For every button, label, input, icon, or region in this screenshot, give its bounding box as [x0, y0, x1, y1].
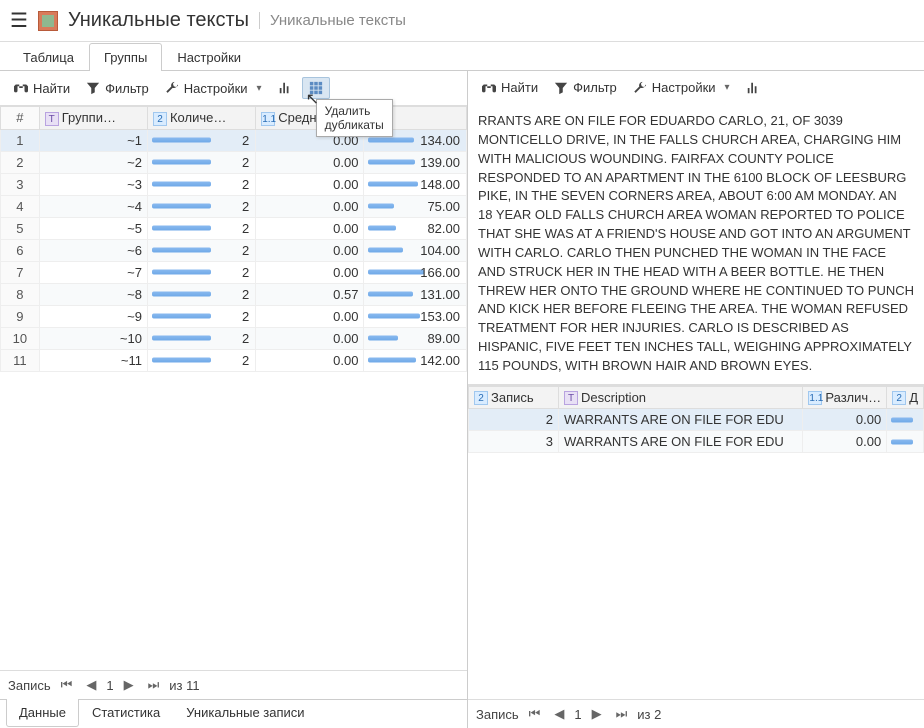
table-row[interactable]: 3WARRANTS ARE ON FILE FOR EDU0.00	[469, 431, 924, 453]
tab-settings[interactable]: Настройки	[162, 43, 256, 71]
table-row[interactable]: 11~1120.00142.00	[1, 349, 467, 371]
table-row[interactable]: 5~520.0082.00	[1, 217, 467, 239]
table-row[interactable]: 6~620.00104.00	[1, 239, 467, 261]
find-button[interactable]: Найти	[476, 77, 544, 98]
float-type-icon: 1.1	[808, 391, 822, 405]
col-last[interactable]: 2Д	[887, 386, 924, 409]
bar-chart-icon	[278, 81, 292, 95]
menu-icon[interactable]: ☰	[10, 8, 28, 33]
prev-page[interactable]: ◀	[82, 677, 100, 693]
table-row[interactable]: 3~320.00148.00	[1, 173, 467, 195]
grid-icon	[309, 81, 323, 95]
btab-stats[interactable]: Статистика	[79, 699, 173, 727]
wrench-icon	[165, 81, 179, 95]
settings-dropdown[interactable]: Настройки	[159, 78, 268, 99]
funnel-icon	[86, 81, 100, 95]
binoculars-icon	[14, 81, 28, 95]
left-pane: Найти Фильтр Настройки ↖ Удалить дублика…	[0, 71, 468, 728]
app-icon	[38, 11, 58, 31]
tooltip: Удалить дубликаты	[316, 99, 393, 137]
right-grid[interactable]: 2Запись TDescription 1.1Различ… 2Д 2WARR…	[468, 385, 924, 699]
text-type-icon: T	[564, 391, 578, 405]
funnel-icon	[554, 81, 568, 95]
table-row[interactable]: 1~120.00134.00	[1, 129, 467, 151]
right-pager: Запись ⏮ ◀ 1 ▶ ⏭ из 2	[468, 699, 924, 728]
left-toolbar: Найти Фильтр Настройки ↖ Удалить дублика…	[0, 71, 467, 105]
int-type-icon: 2	[892, 391, 906, 405]
left-grid[interactable]: # TГруппи… 2Количе… 1.1Средне… 1~120.001…	[0, 105, 467, 670]
next-page[interactable]: ▶	[588, 706, 606, 722]
table-row[interactable]: 4~420.0075.00	[1, 195, 467, 217]
table-row[interactable]: 10~1020.0089.00	[1, 327, 467, 349]
main-tabs: Таблица Группы Настройки	[0, 42, 924, 71]
int-type-icon: 2	[153, 112, 167, 126]
filter-button[interactable]: Фильтр	[548, 77, 623, 98]
page-subtitle: Уникальные тексты	[259, 12, 406, 29]
first-page[interactable]: ⏮	[525, 706, 545, 722]
right-toolbar: Найти Фильтр Настройки	[468, 71, 924, 104]
table-row[interactable]: 8~820.57131.00	[1, 283, 467, 305]
chart-button[interactable]	[740, 78, 766, 98]
bottom-tabs: Данные Статистика Уникальные записи	[0, 699, 467, 728]
filter-button[interactable]: Фильтр	[80, 78, 155, 99]
bar-chart-icon	[746, 81, 760, 95]
dedup-button[interactable]	[302, 77, 330, 99]
tab-table[interactable]: Таблица	[8, 43, 89, 71]
find-button[interactable]: Найти	[8, 78, 76, 99]
title-bar: ☰ Уникальные тексты Уникальные тексты	[0, 0, 924, 42]
left-pager: Запись ⏮ ◀ 1 ▶ ⏭ из 11	[0, 670, 467, 699]
detail-text[interactable]: RRANTS ARE ON FILE FOR EDUARDO CARLO, 21…	[468, 104, 924, 384]
chart-button[interactable]	[272, 78, 298, 98]
tab-groups[interactable]: Группы	[89, 43, 162, 71]
last-page[interactable]: ⏭	[144, 677, 164, 693]
float-type-icon: 1.1	[261, 112, 275, 126]
settings-dropdown[interactable]: Настройки	[627, 77, 736, 98]
wrench-icon	[633, 81, 647, 95]
col-diff[interactable]: 1.1Различ…	[803, 386, 887, 409]
btab-data[interactable]: Данные	[6, 699, 79, 727]
prev-page[interactable]: ◀	[550, 706, 568, 722]
col-count[interactable]: 2Количе…	[147, 107, 255, 130]
col-record[interactable]: 2Запись	[469, 386, 559, 409]
page-title: Уникальные тексты	[68, 9, 249, 32]
col-rownum[interactable]: #	[1, 107, 40, 130]
text-type-icon: T	[45, 112, 59, 126]
table-row[interactable]: 7~720.00166.00	[1, 261, 467, 283]
next-page[interactable]: ▶	[120, 677, 138, 693]
table-row[interactable]: 2WARRANTS ARE ON FILE FOR EDU0.00	[469, 409, 924, 431]
btab-unique[interactable]: Уникальные записи	[173, 699, 317, 727]
col-group[interactable]: TГруппи…	[39, 107, 147, 130]
last-page[interactable]: ⏭	[612, 706, 632, 722]
right-pane: Найти Фильтр Настройки RRANTS ARE ON FIL…	[468, 71, 924, 728]
first-page[interactable]: ⏮	[57, 677, 77, 693]
binoculars-icon	[482, 81, 496, 95]
table-row[interactable]: 2~220.00139.00	[1, 151, 467, 173]
col-description[interactable]: TDescription	[559, 386, 803, 409]
int-type-icon: 2	[474, 391, 488, 405]
table-row[interactable]: 9~920.00153.00	[1, 305, 467, 327]
